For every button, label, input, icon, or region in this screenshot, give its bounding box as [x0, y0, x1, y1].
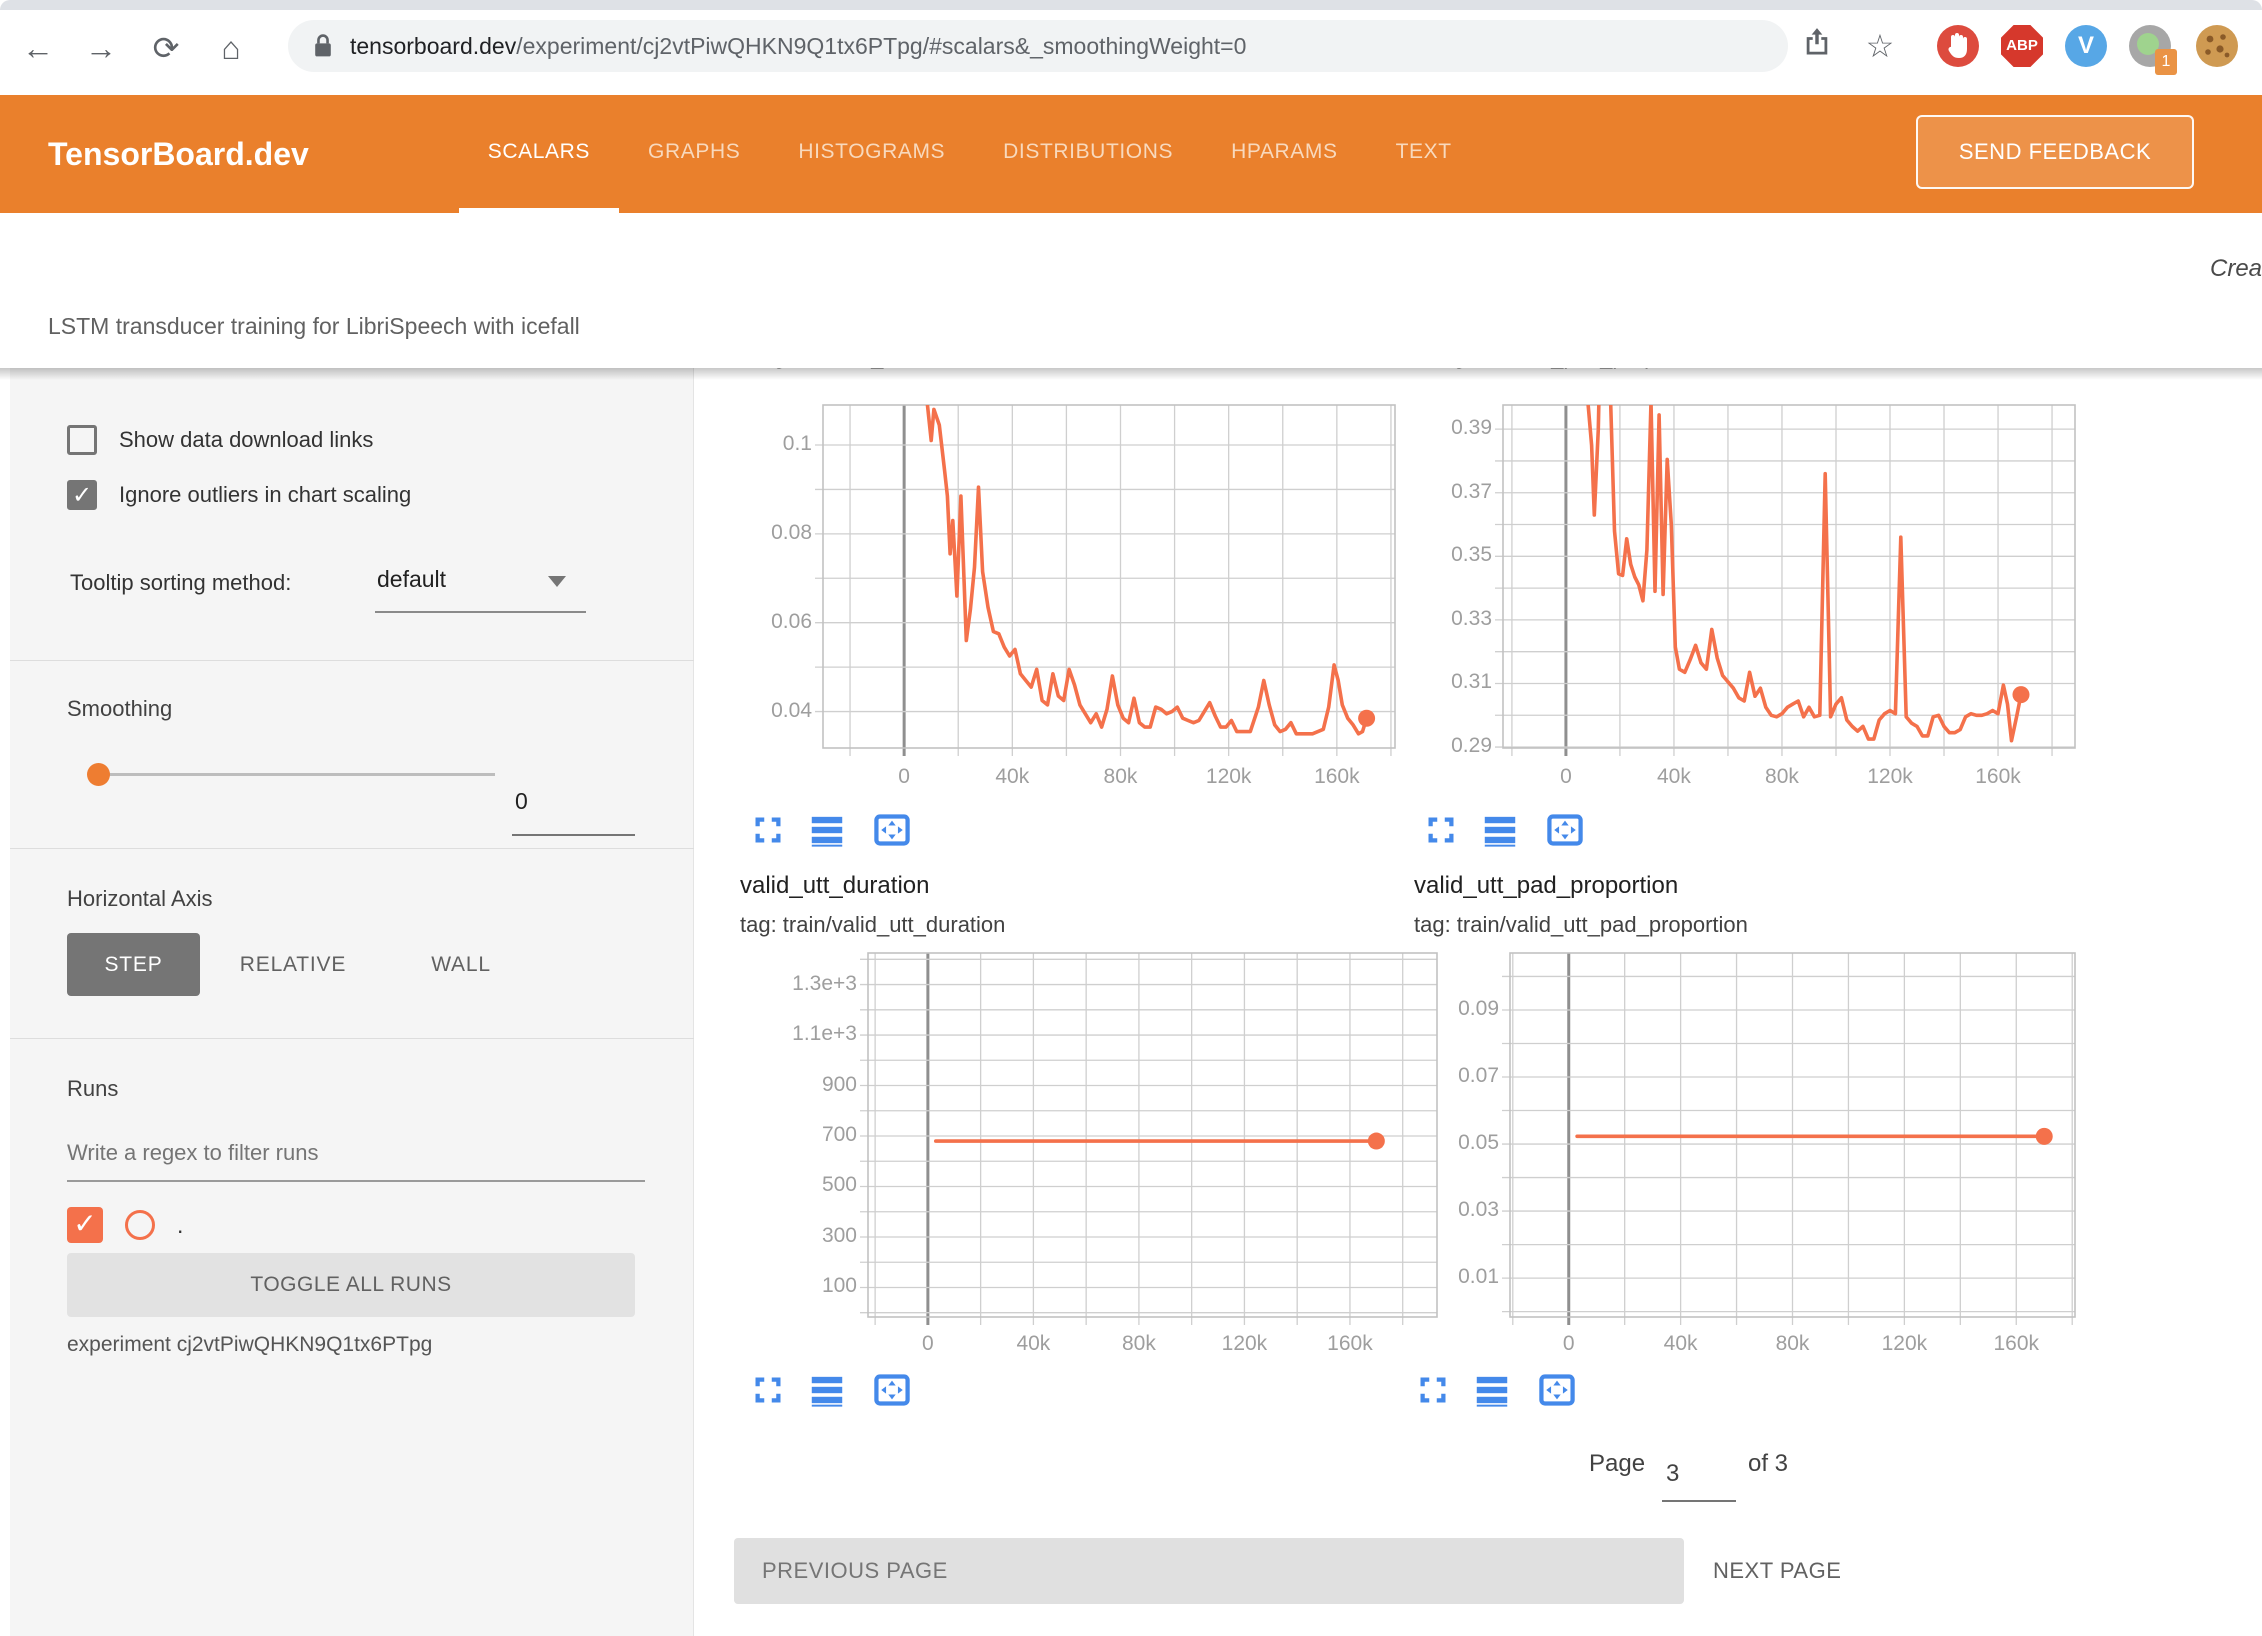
chartB-xtick: 120k [1845, 765, 1935, 789]
fullscreen-icon[interactable] [753, 813, 783, 847]
chartB-ytick: 0.35 [1402, 543, 1492, 567]
chartC-xtick: 120k [1199, 1332, 1289, 1356]
chartC-tag: tag: train/valid_utt_duration [740, 912, 1005, 938]
runs-selector-icon[interactable] [1482, 813, 1518, 847]
chartD-ytick: 0.07 [1409, 1064, 1499, 1088]
chartA-ytick: 0.08 [722, 521, 812, 545]
chartC-toolbar [753, 1373, 913, 1407]
fullscreen-icon[interactable] [1418, 1373, 1448, 1407]
runs-selector-icon[interactable] [809, 813, 845, 847]
chartD-ytick: 0.09 [1409, 997, 1499, 1021]
chartC-xtick: 0 [883, 1332, 973, 1356]
chartA-ytick: 0.06 [722, 610, 812, 634]
chartD-ytick: 0.05 [1409, 1131, 1499, 1155]
chartA-series-line [926, 389, 1367, 733]
clipped-right-text: Crea [2210, 255, 2262, 283]
fit-domain-icon[interactable] [1544, 813, 1586, 847]
chartD-xtick: 0 [1524, 1332, 1614, 1356]
chartC-ytick: 1.1e+3 [767, 1022, 857, 1046]
chartA-toolbar [753, 813, 913, 847]
chartD-xtick: 40k [1636, 1332, 1726, 1356]
chartD-ytick: 0.03 [1409, 1198, 1499, 1222]
chartC-ytick: 900 [767, 1073, 857, 1097]
chartC-xtick: 40k [988, 1332, 1078, 1356]
chartA-ytick: 0.1 [722, 432, 812, 456]
fit-domain-icon[interactable] [871, 1373, 913, 1407]
chartC-ytick: 100 [767, 1274, 857, 1298]
experiment-title: LSTM transducer training for LibriSpeech… [48, 313, 580, 340]
chartA-xtick: 120k [1184, 765, 1274, 789]
chartB-plot[interactable] [1502, 404, 2076, 761]
chartC-ytick: 500 [767, 1173, 857, 1197]
chartC-xtick: 160k [1305, 1332, 1395, 1356]
chartC-ytick: 300 [767, 1224, 857, 1248]
chartD-xtick: 160k [1971, 1332, 2061, 1356]
chartB-xtick: 40k [1629, 765, 1719, 789]
fullscreen-icon[interactable] [753, 1373, 783, 1407]
chartA-xtick: 160k [1292, 765, 1382, 789]
chartC-title: valid_utt_duration [740, 872, 929, 900]
chartB-xtick: 80k [1737, 765, 1827, 789]
chartB-xtick: 160k [1953, 765, 2043, 789]
chartB-ytick: 0.33 [1402, 607, 1492, 631]
chartC-xtick: 80k [1094, 1332, 1184, 1356]
fit-domain-icon[interactable] [871, 813, 913, 847]
chartA-xtick: 40k [967, 765, 1057, 789]
chartB-xtick: 0 [1521, 765, 1611, 789]
chartD-tag: tag: train/valid_utt_pad_proportion [1414, 912, 1748, 938]
chartC-plot[interactable] [867, 952, 1438, 1330]
chartB-toolbar [1426, 813, 1586, 847]
fit-domain-icon[interactable] [1536, 1373, 1578, 1407]
header-shadow [0, 368, 2262, 380]
chartD-toolbar [1418, 1373, 1578, 1407]
chartA-xtick: 0 [859, 765, 949, 789]
subheader: Crea LSTM transducer training for LibriS… [0, 213, 2262, 368]
chartA-plot[interactable] [822, 404, 1396, 761]
chartD-xtick: 80k [1748, 1332, 1838, 1356]
runs-selector-icon[interactable] [809, 1373, 845, 1407]
chartC-ytick: 1.3e+3 [767, 972, 857, 996]
chartD-title: valid_utt_pad_proportion [1414, 872, 1678, 900]
chartB-ytick: 0.29 [1402, 734, 1492, 758]
chartB-ytick: 0.31 [1402, 670, 1492, 694]
chartA-xtick: 80k [1075, 765, 1165, 789]
fullscreen-icon[interactable] [1426, 813, 1456, 847]
runs-selector-icon[interactable] [1474, 1373, 1510, 1407]
chartD-plot[interactable] [1509, 952, 2076, 1330]
chartC-ytick: 700 [767, 1123, 857, 1147]
chartA-ytick: 0.04 [722, 699, 812, 723]
chartD-ytick: 0.01 [1409, 1265, 1499, 1289]
chartB-ytick: 0.37 [1402, 480, 1492, 504]
chartD-xtick: 120k [1859, 1332, 1949, 1356]
chartB-ytick: 0.39 [1402, 416, 1492, 440]
